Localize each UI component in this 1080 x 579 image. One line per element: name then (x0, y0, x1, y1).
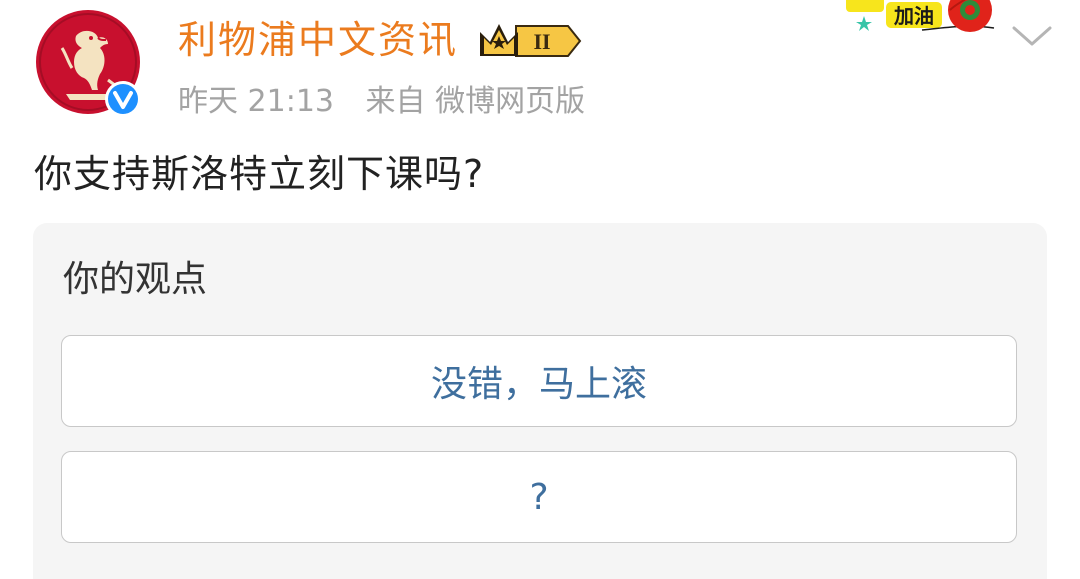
weibo-post: 利物浦中文资讯 II 昨天 21:13 来自 微博网页版 加油 你支持斯洛特立刻… (0, 0, 1080, 579)
avatar[interactable] (36, 10, 141, 117)
post-time: 昨天 21:13 (178, 84, 334, 119)
verified-v-icon (105, 81, 141, 117)
cheer-sticker-icon: 加油 (846, 0, 995, 32)
crown-vip-badge-icon[interactable]: II (476, 18, 582, 64)
cheer-text: 加油 (893, 4, 934, 28)
post-text: 你支持斯洛特立刻下课吗? (34, 152, 485, 196)
post-meta: 昨天 21:13 来自 微博网页版 (178, 80, 585, 124)
vote-option-button[interactable]: ? (61, 451, 1017, 543)
vote-card: 你的观点 没错，马上滚 ? (33, 223, 1047, 579)
vote-option-button[interactable]: 没错，马上滚 (61, 335, 1017, 427)
vote-title: 你的观点 (63, 259, 208, 300)
chevron-down-icon[interactable] (1010, 18, 1054, 52)
author-name[interactable]: 利物浦中文资讯 (178, 14, 458, 66)
post-source[interactable]: 来自 微博网页版 (366, 84, 586, 119)
vip-level-label: II (533, 29, 550, 54)
